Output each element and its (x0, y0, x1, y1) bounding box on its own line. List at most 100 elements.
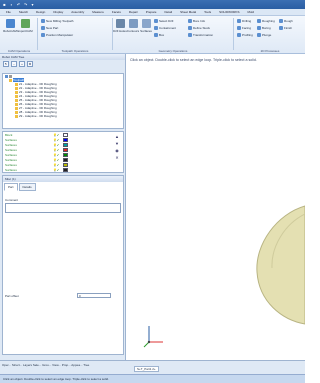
cam-tree: Toolpath 21 - Adaptive - 3D Roughing 22 -… (2, 73, 124, 129)
viewport[interactable]: Click an object. Double-click to select … (127, 54, 305, 360)
settings-icon[interactable]: ⚙ (27, 61, 33, 67)
list-item-name: Surfaces (5, 147, 17, 152)
ribbon-divider (37, 18, 38, 50)
surfaces-button[interactable]: Surfaces (140, 19, 152, 33)
part-offset-field[interactable]: 0 (77, 293, 111, 298)
comment-field[interactable] (5, 203, 121, 213)
tab-sheet-metal[interactable]: Sheet Metal (180, 10, 196, 14)
status-bar: Click an object. Double-click to select … (0, 374, 305, 383)
new-part-button[interactable]: New Part (41, 26, 58, 30)
tab-prepare[interactable]: Prepare (146, 10, 157, 14)
boring-button[interactable]: Boring (257, 26, 271, 30)
refresh-icon[interactable]: ↻ (3, 61, 9, 67)
finish-icon (279, 26, 283, 30)
contours-button[interactable]: Contours (127, 19, 139, 33)
color-swatch[interactable] (62, 147, 68, 152)
tab-solidworks[interactable]: SOLIDWORKS (219, 10, 239, 14)
exportcam-button[interactable]: ExportCAM (17, 19, 33, 33)
part-offset-label: Part offset (5, 294, 19, 298)
facing-icon (237, 26, 241, 30)
contours-icon (128, 19, 138, 28)
tree-row[interactable]: 29 - Adaptive - 3D Roughing (3, 114, 123, 118)
drilling-icon (237, 19, 241, 23)
tab-sketch[interactable]: Sketch (19, 10, 28, 14)
list-item-name: Surfaces (5, 162, 17, 167)
profiling-button[interactable]: Profiling (237, 33, 253, 37)
drill-icon (115, 19, 125, 28)
color-swatch[interactable] (62, 152, 68, 157)
box-icon (154, 33, 158, 37)
surfaces-icon (141, 19, 151, 28)
tab-detail[interactable]: Detail (164, 10, 172, 14)
drill-holes-button[interactable]: Drill Holes (113, 19, 127, 33)
color-swatch[interactable] (62, 162, 68, 167)
bottom-tab-list[interactable]: Oper... Struct... Layers Sele... Grou...… (2, 363, 89, 367)
list-item-name: Surfaces (5, 167, 17, 172)
expand-icon[interactable]: + (19, 61, 25, 67)
toolpath-label: Toolpath Operations (61, 49, 89, 53)
collapse-icon[interactable]: − (11, 61, 17, 67)
containment-button[interactable]: Containment (154, 26, 176, 30)
new-milling-toolpath-button[interactable]: New Milling Toolpath (41, 19, 73, 23)
tab-file[interactable]: File (6, 10, 11, 14)
properties-tabs: Part Details (3, 182, 123, 192)
tab-part[interactable]: Part (4, 183, 18, 191)
color-swatch[interactable] (62, 132, 68, 137)
comment-label: Comment (5, 198, 19, 202)
redo-icon[interactable]: ↷ (23, 2, 28, 7)
roughing-button[interactable]: Roughing (257, 19, 275, 23)
tab-display[interactable]: Display (53, 10, 63, 14)
tab-tools[interactable]: Tools (204, 10, 211, 14)
dropdown-icon[interactable]: ▾ (30, 2, 35, 7)
tab-design[interactable]: Design (36, 10, 45, 14)
part-icon (41, 26, 45, 30)
undo-icon[interactable]: ↶ (16, 2, 21, 7)
app-menu-icon[interactable]: ■ (2, 2, 7, 7)
tab-details[interactable]: Details (18, 183, 36, 191)
color-swatch[interactable] (62, 137, 68, 142)
plunge-button[interactable]: Plunge (257, 33, 271, 37)
boring-icon (257, 26, 261, 30)
tab-facets[interactable]: Facets (112, 10, 121, 14)
color-swatch[interactable] (62, 167, 68, 172)
position-manipulator-button[interactable]: Position Manipulator (41, 33, 73, 37)
app-window: ■ ▪ ↶ ↷ ▾ File Sketch Design Display Assembl… (0, 0, 305, 383)
cam-operations-label: CAM Operations (7, 49, 31, 53)
geometry-group: Drill Holes Contours Surfaces Select Dri… (113, 16, 232, 54)
containment-icon (154, 26, 158, 30)
select-drill-button[interactable]: Select Drill (154, 19, 173, 23)
robocam-icon (5, 19, 15, 28)
finish-button[interactable]: Finish (279, 26, 292, 30)
cam-operations-group: RoboCAM ExportCAM CAM Operations (2, 16, 36, 54)
tab-repair[interactable]: Repair (129, 10, 138, 14)
cylinder-body[interactable] (256, 205, 305, 325)
list-item[interactable]: Surfaces 💡 ✔ (3, 167, 123, 172)
robocam-button[interactable]: RoboCAM (3, 19, 17, 33)
define-stock-button[interactable]: Define Stock (188, 26, 210, 30)
list-item-name: Surfaces (5, 152, 17, 157)
properties-panel: Misc (1) Part Details Comment Part offse… (2, 175, 124, 355)
tree-toolbar: ↻ − + ⚙ (0, 60, 125, 68)
transform-icon (188, 33, 192, 37)
select-icon (154, 19, 158, 23)
rough-button[interactable]: Rough (279, 19, 293, 23)
list-item-name: Surfaces (5, 157, 17, 162)
document-tab[interactable]: S+T_Part1 2+ (134, 366, 159, 372)
save-icon[interactable]: ▪ (9, 2, 14, 7)
exportcam-icon (20, 19, 30, 28)
list-item-name: Surfaces (5, 137, 17, 142)
3d-solid[interactable] (127, 54, 305, 360)
tab-assembly[interactable]: Assembly (71, 10, 84, 14)
color-swatch[interactable] (62, 142, 68, 147)
profiling-icon (237, 33, 241, 37)
bore-icon (188, 19, 192, 23)
tab-measure[interactable]: Measure (92, 10, 104, 14)
transformation-button[interactable]: Transformation (188, 33, 213, 37)
axis-triad-icon (143, 326, 163, 348)
color-swatch[interactable] (62, 157, 68, 162)
tab-mold[interactable]: Mold (247, 10, 254, 14)
bore-info-button[interactable]: Bore Info (188, 19, 205, 23)
drilling-button[interactable]: Drilling (237, 19, 251, 23)
box-button[interactable]: Box (154, 33, 164, 37)
facing-button[interactable]: Facing (237, 26, 251, 30)
